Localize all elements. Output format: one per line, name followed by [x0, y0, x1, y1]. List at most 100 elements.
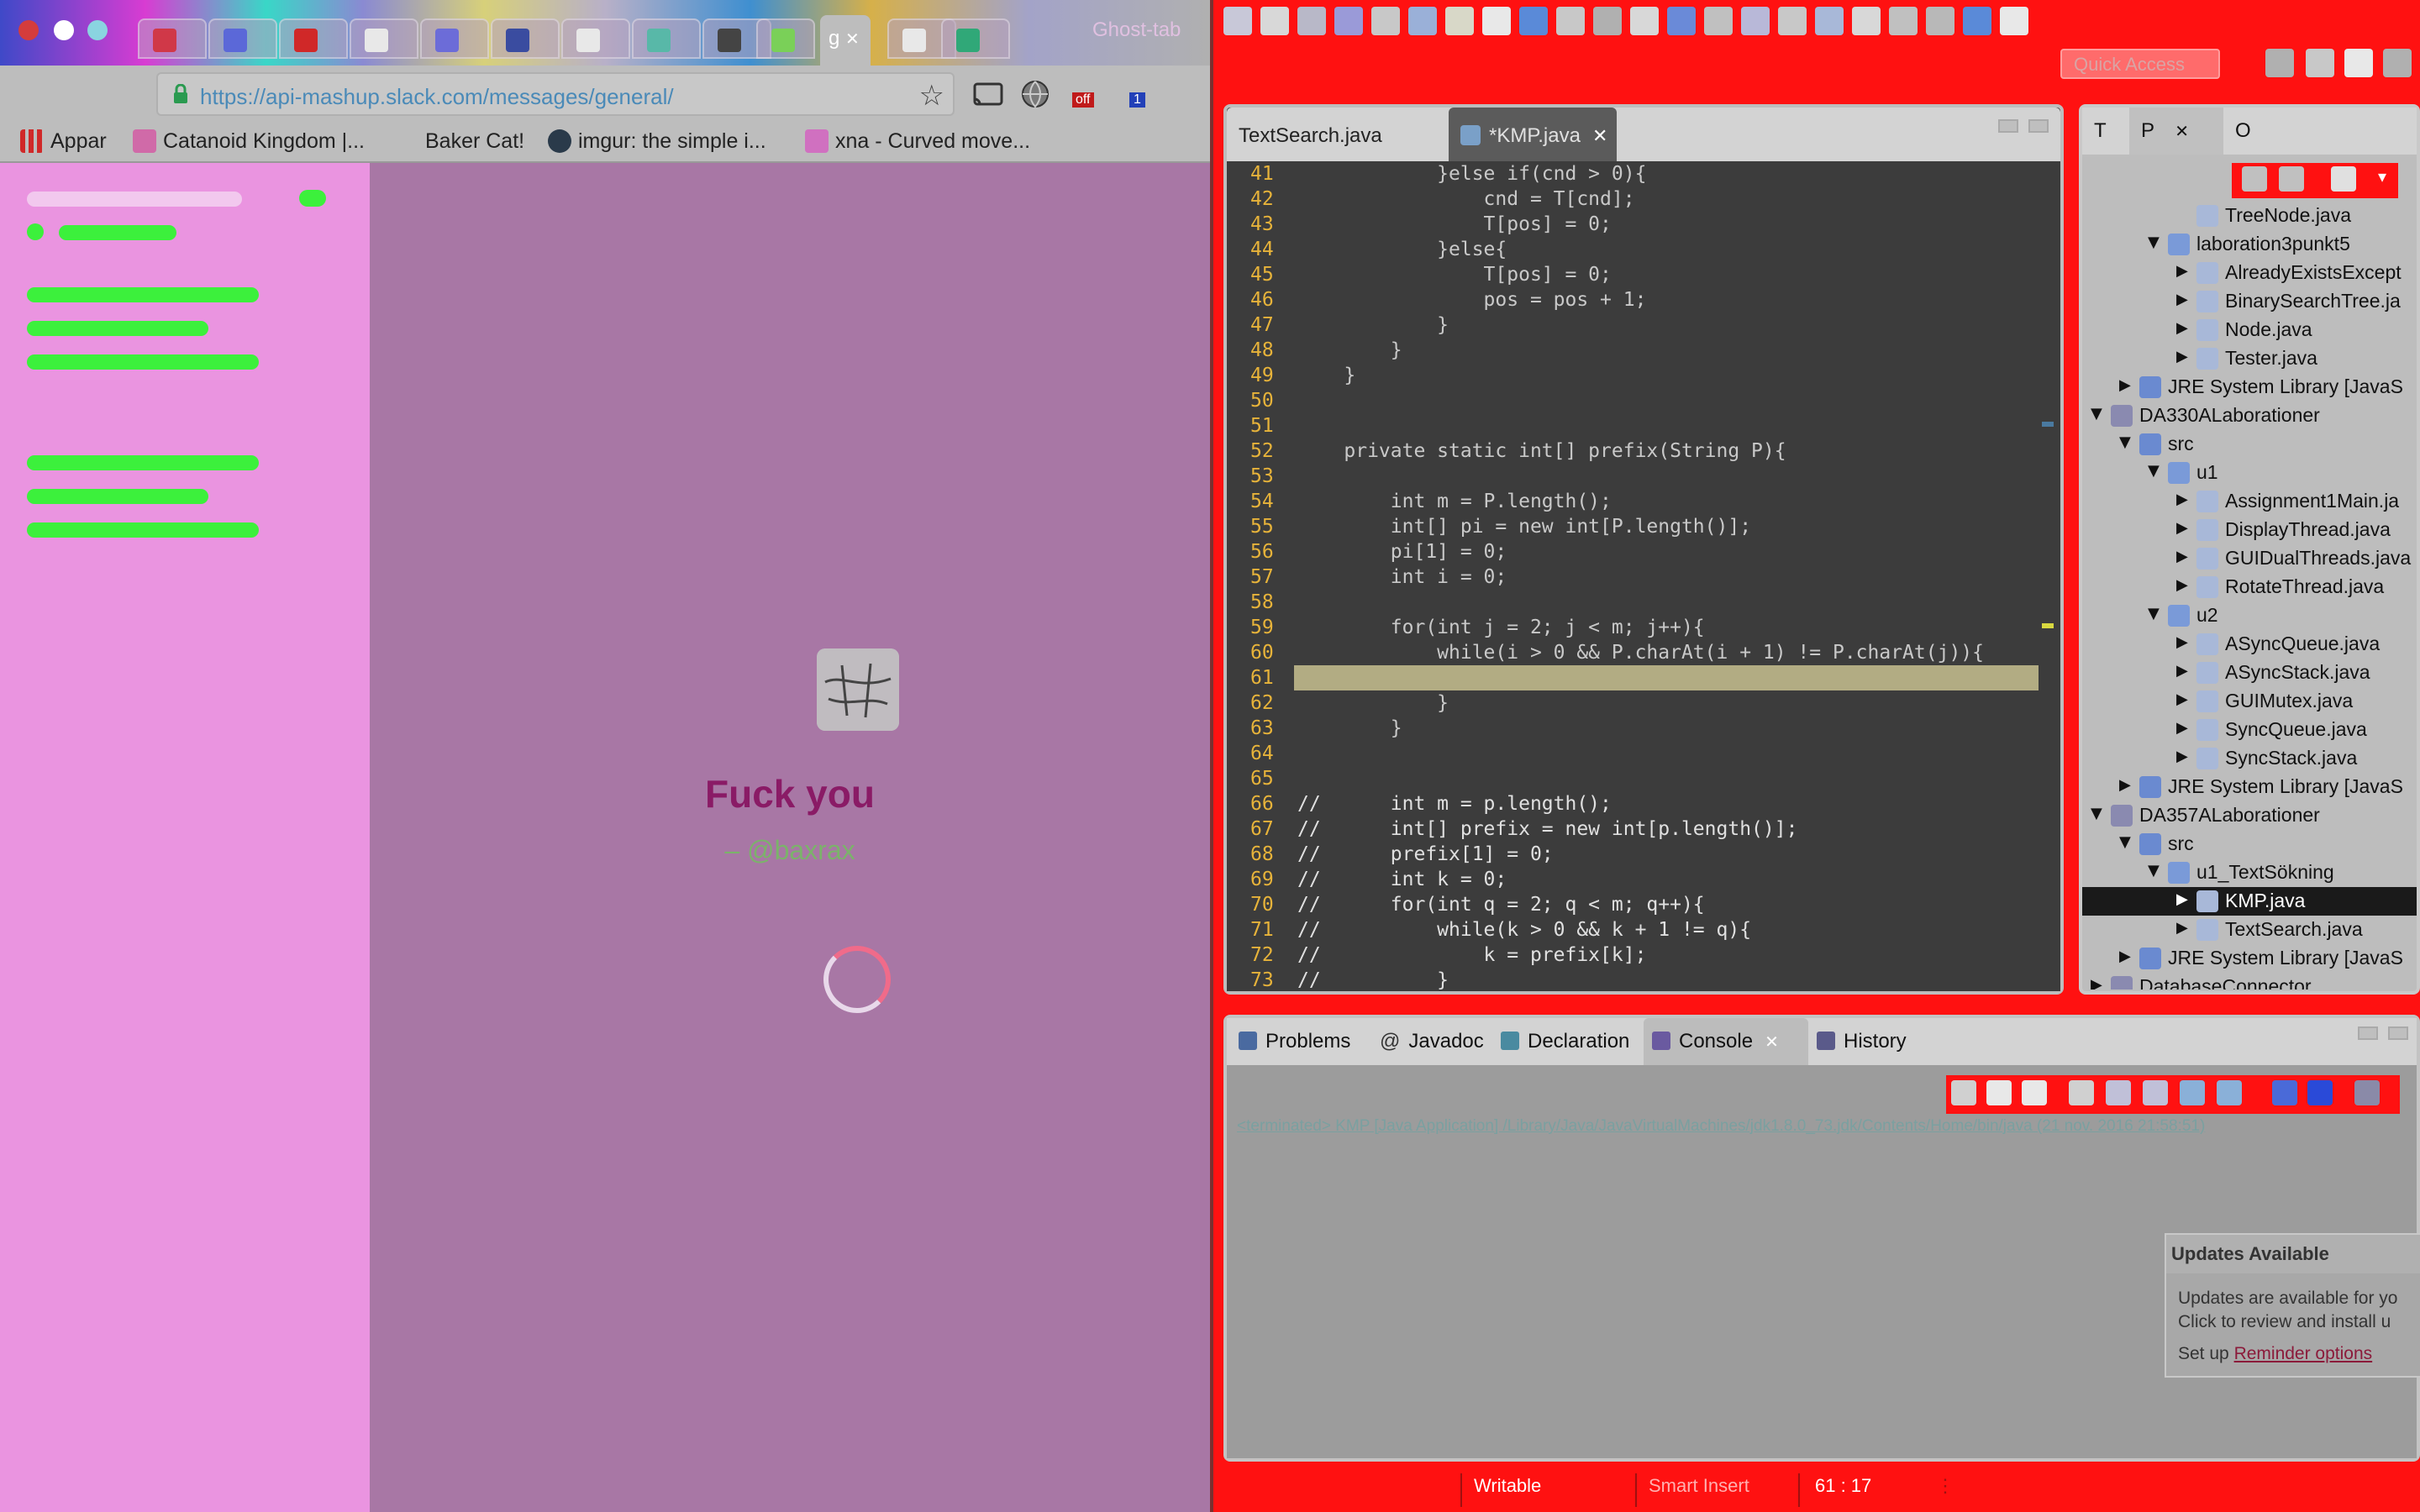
editor-tab-textsearch[interactable]: TextSearch.java	[1227, 108, 1449, 161]
code-line[interactable]: int[] pi = new int[P.length()];	[1297, 516, 1751, 538]
browser-tab-gmail[interactable]	[941, 18, 1010, 59]
code-line[interactable]: // k = prefix[k];	[1297, 944, 1646, 966]
close-icon[interactable]: ✕	[1765, 1032, 1779, 1052]
browser-tab-6[interactable]	[491, 18, 560, 59]
tree-item[interactable]: ▶ GUIMutex.java	[2082, 687, 2417, 716]
reminder-options-link[interactable]: Reminder options	[2234, 1344, 2373, 1363]
terminate-icon[interactable]	[1951, 1080, 1976, 1105]
tab-javadoc[interactable]: @ Javadoc	[1371, 1018, 1492, 1065]
globe-icon[interactable]	[1018, 77, 1052, 111]
close-icon[interactable]: ✕	[2175, 121, 2189, 141]
chevron-right-icon[interactable]: ▶	[2176, 548, 2188, 565]
chevron-right-icon[interactable]: ▶	[2176, 262, 2188, 280]
window-minimize-button[interactable]	[54, 20, 74, 40]
address-bar[interactable]: https://api-mashup.slack.com/messages/ge…	[156, 72, 955, 116]
toolbar-action-icon[interactable]	[1778, 7, 1807, 35]
code-line[interactable]: // }	[1297, 969, 1449, 991]
window-close-button[interactable]	[18, 20, 39, 40]
chevron-down-icon[interactable]: ▼	[2091, 805, 2102, 822]
open-console-icon[interactable]	[2354, 1080, 2380, 1105]
link-with-editor-icon[interactable]	[2279, 166, 2304, 192]
status-drag-handle[interactable]: ⋮	[1936, 1475, 1954, 1497]
chevron-right-icon[interactable]: ▶	[2176, 662, 2188, 680]
maximize-icon[interactable]	[2028, 119, 2049, 133]
toolbar-action-icon[interactable]	[1593, 7, 1622, 35]
code-line[interactable]: }else if(cnd > 0){	[1297, 163, 1646, 185]
chevron-right-icon[interactable]: ▶	[2119, 776, 2131, 794]
code-line[interactable]: // int[] prefix = new int[p.length()];	[1297, 818, 1797, 840]
chevron-right-icon[interactable]: ▶	[2091, 976, 2102, 990]
bookmark-imgur[interactable]: imgur: the simple i...	[548, 129, 766, 154]
tree-item[interactable]: ▶ SyncQueue.java	[2082, 716, 2417, 744]
chevron-right-icon[interactable]: ▶	[2119, 948, 2131, 965]
tree-item[interactable]: ▶ Assignment1Main.ja	[2082, 487, 2417, 516]
code-line[interactable]: int i = 0;	[1297, 566, 1507, 588]
git-perspective-icon[interactable]	[2383, 49, 2412, 77]
toolbar-action-icon[interactable]	[1889, 7, 1918, 35]
tree-item[interactable]: ▼ u1_TextSökning	[2082, 858, 2417, 887]
browser-tab-7[interactable]	[561, 18, 630, 59]
minimize-icon[interactable]	[1998, 119, 2018, 133]
extension-off-icon[interactable]: off	[1072, 77, 1106, 111]
code-line[interactable]: int m = P.length();	[1297, 491, 1612, 512]
code-line[interactable]: for(int j = 2; j < m; j++){	[1297, 617, 1705, 638]
bookmark-catanoid[interactable]: Catanoid Kingdom |...	[133, 129, 365, 154]
chevron-down-icon[interactable]: ▼	[2119, 433, 2131, 451]
browser-tab-active[interactable]: g ✕	[820, 15, 871, 66]
tree-item[interactable]: ▶ DisplayThread.java	[2082, 516, 2417, 544]
toolbar-action-icon[interactable]	[1815, 7, 1844, 35]
toolbar-action-icon[interactable]	[1556, 7, 1585, 35]
maximize-icon[interactable]	[2388, 1026, 2408, 1040]
tab-history[interactable]: History	[1808, 1018, 1926, 1065]
code-line[interactable]: while(i > 0 && P.charAt(i + 1) != P.char…	[1297, 642, 1984, 664]
remove-all-icon[interactable]	[2022, 1080, 2047, 1105]
scroll-lock-icon[interactable]	[2106, 1080, 2131, 1105]
code-line[interactable]: // int k = 0;	[1297, 869, 1507, 890]
tree-item[interactable]: ▼ DA330ALaborationer	[2082, 402, 2417, 430]
toolbar-action-icon[interactable]	[1926, 7, 1954, 35]
tree-item[interactable]: ▶ DatabaseConnector	[2082, 973, 2417, 990]
toolbar-action-icon[interactable]	[1667, 7, 1696, 35]
browser-tab-5[interactable]	[420, 18, 489, 59]
tree-item[interactable]: ▼ src	[2082, 430, 2417, 459]
chevron-right-icon[interactable]: ▶	[2176, 519, 2188, 537]
chevron-right-icon[interactable]: ▶	[2176, 719, 2188, 737]
editor-tab-kmp[interactable]: *KMP.java ✕	[1449, 108, 1617, 161]
tree-item[interactable]: ▶ JRE System Library [JavaS	[2082, 373, 2417, 402]
toolbar-action-icon[interactable]	[1704, 7, 1733, 35]
code-line[interactable]: }	[1297, 717, 1402, 739]
toolbar-action-icon[interactable]	[2000, 7, 2028, 35]
browser-tab-2[interactable]	[208, 18, 277, 59]
tree-item[interactable]: ▶ Tester.java	[2082, 344, 2417, 373]
browser-tab-8[interactable]	[632, 18, 701, 59]
view-menu-icon[interactable]: ▾	[2370, 166, 2395, 192]
chevron-down-icon[interactable]: ▼	[2148, 862, 2160, 879]
tab-declaration[interactable]: Declaration	[1492, 1018, 1644, 1065]
display-console-icon[interactable]	[2307, 1080, 2333, 1105]
chevron-right-icon[interactable]: ▶	[2176, 890, 2188, 908]
toolbar-action-icon[interactable]	[1852, 7, 1881, 35]
toolbar-action-icon[interactable]	[1371, 7, 1400, 35]
extension-badge-icon[interactable]: 1	[1119, 77, 1153, 111]
browser-tab-10[interactable]	[756, 18, 815, 59]
browser-tab-facebook[interactable]	[138, 18, 207, 59]
chevron-right-icon[interactable]: ▶	[2176, 633, 2188, 651]
browser-tab-youtube[interactable]	[279, 18, 348, 59]
bookmark-star-icon[interactable]: ☆	[919, 79, 944, 113]
tree-item[interactable]: ▼ DA357ALaborationer	[2082, 801, 2417, 830]
toolbar-action-icon[interactable]	[1482, 7, 1511, 35]
toolbar-action-icon[interactable]	[1963, 7, 1991, 35]
toolbar-action-icon[interactable]	[1630, 7, 1659, 35]
toolbar-action-icon[interactable]	[1445, 7, 1474, 35]
tree-item[interactable]: ▶ AlreadyExistsExcept	[2082, 259, 2417, 287]
chevron-right-icon[interactable]: ▶	[2176, 748, 2188, 765]
code-line[interactable]: }	[1297, 692, 1449, 714]
code-line[interactable]: T[pos] = 0;	[1297, 213, 1612, 235]
tree-item[interactable]: ▶ KMP.java	[2082, 887, 2417, 916]
show-stdout-icon[interactable]	[2180, 1080, 2205, 1105]
chevron-right-icon[interactable]: ▶	[2176, 576, 2188, 594]
chevron-down-icon[interactable]: ▼	[2148, 234, 2160, 251]
pin-console-icon[interactable]	[2272, 1080, 2297, 1105]
toolbar-action-icon[interactable]	[1297, 7, 1326, 35]
code-line[interactable]: // int m = p.length();	[1297, 793, 1612, 815]
